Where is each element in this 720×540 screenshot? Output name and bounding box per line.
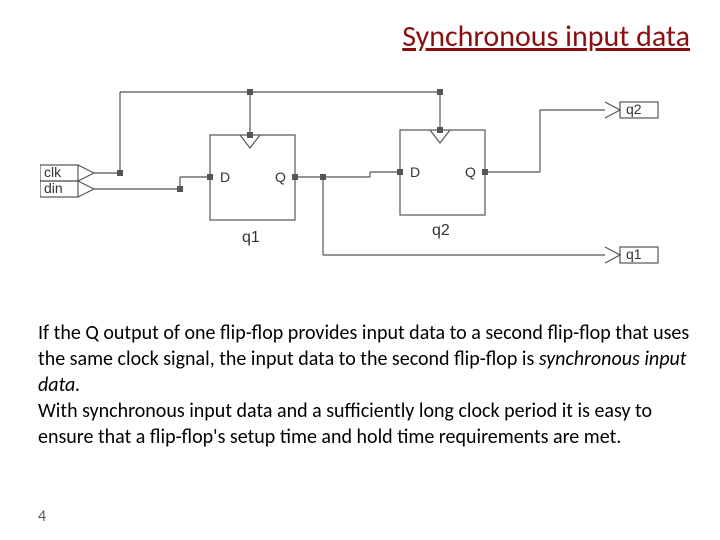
slide-title: Synchronous input data (0, 18, 690, 55)
output-pin-q1: q1 (605, 246, 658, 263)
label-out-q1: q1 (626, 246, 642, 262)
q2-name: q2 (432, 222, 450, 239)
label-out-q2: q2 (626, 101, 642, 117)
output-pin-q2: q2 (605, 101, 658, 118)
q1-name: q1 (242, 229, 260, 246)
wire-q1-out (323, 177, 605, 255)
para2: With synchronous input data and a suffic… (38, 399, 652, 449)
wire-q1q-q2d (292, 169, 403, 180)
q2-q-label: Q (465, 164, 476, 180)
q1-d-label: D (220, 169, 230, 185)
wire-din-q1d (94, 174, 213, 192)
circuit-diagram: clk din D Q q1 D Q q2 (40, 80, 680, 290)
label-clk: clk (44, 164, 62, 180)
flipflop-q1: D Q q1 (210, 135, 295, 246)
label-din: din (44, 180, 63, 196)
wire-clk (94, 89, 443, 176)
input-pins: clk din (40, 164, 94, 197)
flipflop-q2: D Q q2 (400, 130, 485, 239)
body-text: If the Q output of one flip-flop provide… (38, 320, 690, 450)
q1-q-label: Q (275, 169, 286, 185)
wire-q2-out (482, 110, 605, 175)
page-number: 4 (38, 507, 46, 526)
q2-d-label: D (410, 164, 420, 180)
